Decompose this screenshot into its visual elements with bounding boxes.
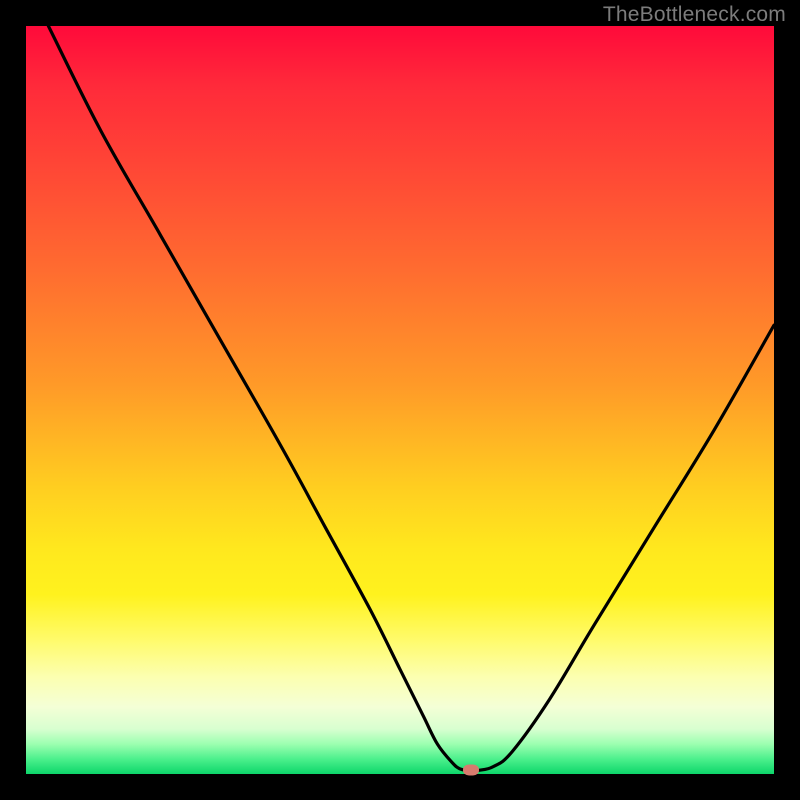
watermark-text: TheBottleneck.com [603,3,786,27]
chart-stage: TheBottleneck.com [0,0,800,800]
plot-area [26,26,774,774]
optimal-point-marker [463,764,479,775]
bottleneck-curve [26,26,774,774]
